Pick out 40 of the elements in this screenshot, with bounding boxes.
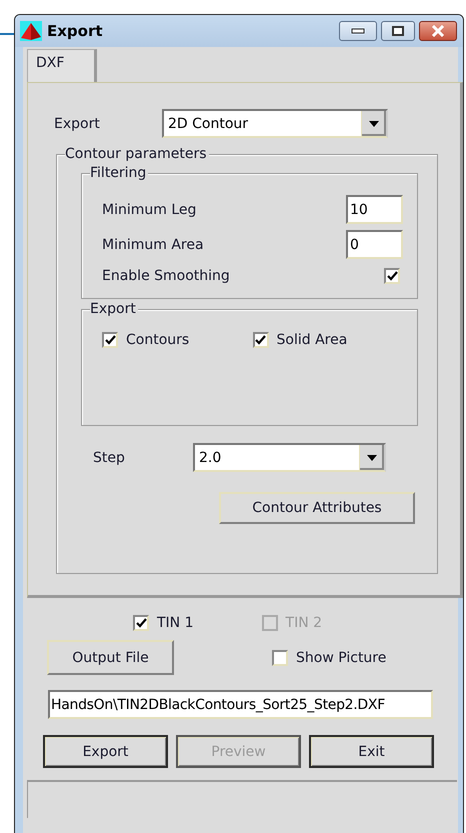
checkbox[interactable] [384,268,400,284]
field-label: Step [92,450,126,466]
check-icon [255,335,266,345]
file-path-field[interactable]: HandsOn\TIN2DBlackContours_Sort25_Step2.DXF [48,690,433,719]
field-label: Minimum Area [102,236,204,252]
checkbox-label: TIN 2 [286,615,322,631]
window-title: Export [47,22,103,40]
group-title: Export [90,300,138,318]
tab[interactable]: DXF [27,49,98,83]
group-title: Contour parameters [65,145,209,163]
minimize-button[interactable] [339,21,377,41]
field-label: Minimum Leg [102,202,196,218]
checkbox-label: Solid Area [276,332,348,348]
checkbox-label: TIN 1 [157,615,194,631]
input-field[interactable]: 0 [346,230,403,259]
field-label: Export [54,116,101,132]
output-file-button[interactable]: Output File [47,640,174,675]
export-dropdown[interactable]: 2D Contour [162,109,388,138]
checkbox[interactable] [102,332,118,348]
check-icon [136,618,146,628]
checkbox[interactable] [133,615,149,631]
input-field[interactable]: 10 [346,195,403,224]
check-icon [386,271,398,281]
group-title: Filtering [90,164,148,182]
checkbox[interactable] [252,332,268,348]
close-icon [430,25,446,37]
minimize-icon [351,28,365,34]
dialog-button[interactable]: Exit [309,735,434,768]
maximize-button[interactable] [381,21,415,41]
close-button[interactable] [419,21,457,41]
checkbox-label: Show Picture [296,650,386,666]
maximize-icon [392,26,404,36]
checkbox[interactable] [272,650,288,666]
check-icon [104,335,116,345]
pyramid-icon [20,21,42,41]
contour-attributes-button[interactable]: Contour Attributes [219,492,415,524]
dialog-button[interactable]: Export [43,735,168,768]
checkbox-label: Enable Smoothing [102,268,230,284]
step-dropdown[interactable]: 2.0 [193,443,386,472]
checkbox-label: Contours [126,332,190,348]
